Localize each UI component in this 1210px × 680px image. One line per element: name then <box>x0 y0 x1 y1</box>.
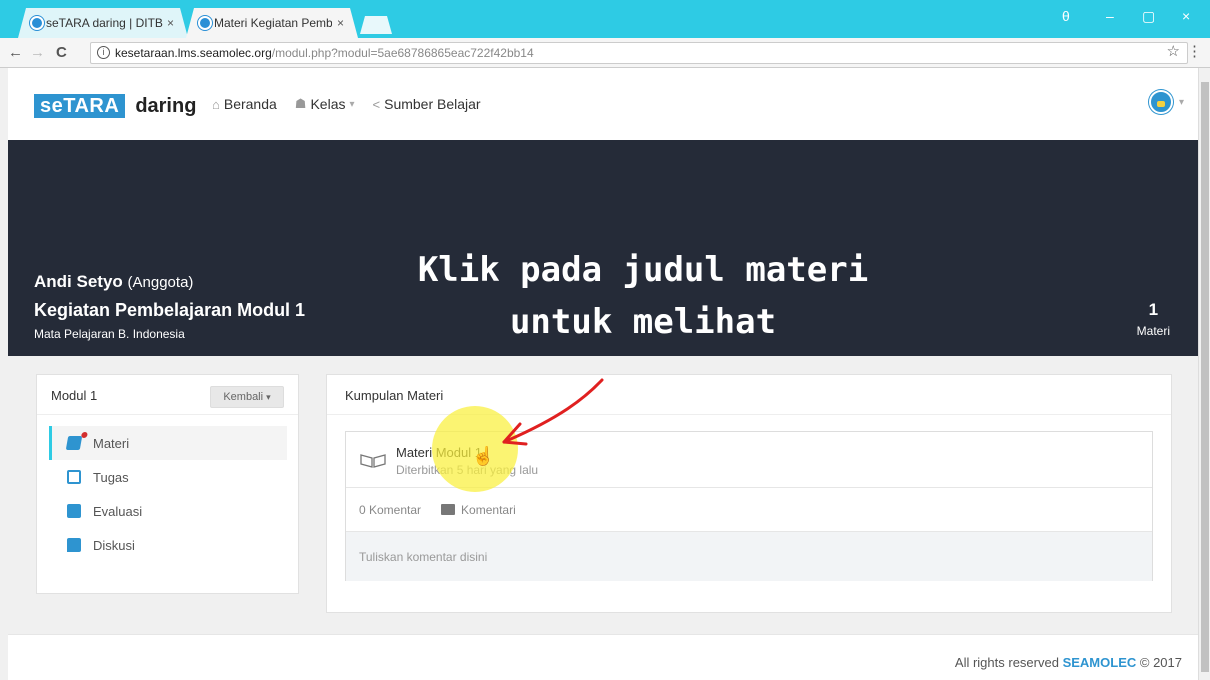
comment-bar: 0 Komentar Komentari <box>346 488 1152 532</box>
sidebar-header: Modul 1 Kembali ▾ <box>37 375 298 415</box>
sidebar-item-label: Diskusi <box>93 537 135 553</box>
sidebar-item-tugas[interactable]: Tugas <box>49 460 287 494</box>
nav-sumber-belajar[interactable]: < Sumber Belajar <box>373 96 481 112</box>
restore-icon[interactable]: ▢ <box>1142 8 1155 25</box>
user-name: Andi Setyo <box>34 272 123 291</box>
copyright-year: © 2017 <box>1139 655 1182 670</box>
info-icon[interactable]: i <box>97 46 110 59</box>
chat-icon <box>67 538 81 552</box>
page-scrollbar[interactable] <box>1198 68 1210 680</box>
open-book-icon <box>360 454 386 468</box>
sidebar-item-evaluasi[interactable]: Evaluasi <box>49 494 287 528</box>
nav-label: Beranda <box>223 96 277 112</box>
sidebar-item-label: Tugas <box>93 469 129 485</box>
scrollbar-thumb[interactable] <box>1201 82 1209 672</box>
browser-tab-setara[interactable]: seTARA daring | DITBIND × <box>18 8 188 38</box>
chevron-down-icon: ▾ <box>349 98 355 110</box>
instruction-overlay: Klik pada judul materi untuk melihat <box>350 244 936 348</box>
material-published: Diterbitkan 5 hari yang lalu <box>396 463 539 477</box>
url-path: /modul.php?modul=5ae68786865eac722f42bb1… <box>271 46 534 60</box>
forward-arrow-icon[interactable]: → <box>30 44 45 61</box>
close-window-icon[interactable]: × <box>1182 8 1190 24</box>
chevron-down-icon: ▾ <box>1178 96 1184 108</box>
subject-label: Mata Pelajaran B. Indonesia <box>34 327 185 341</box>
materi-count: 1 Materi <box>1137 300 1170 338</box>
profile-icon[interactable]: θ <box>1062 8 1070 24</box>
tab-close-icon[interactable]: × <box>167 8 174 38</box>
materials-header: Kumpulan Materi <box>327 375 1171 415</box>
sidebar-item-materi[interactable]: Materi <box>49 426 287 460</box>
browser-tab-materi[interactable]: Materi Kegiatan Pembela × <box>186 8 358 38</box>
nav-kelas[interactable]: ☗ Kelas ▾ <box>295 96 355 112</box>
clipboard-icon <box>67 504 81 518</box>
user-role: (Anggota) <box>127 274 194 291</box>
comment-placeholder: Tuliskan komentar disini <box>359 550 488 564</box>
sidebar-menu: Materi Tugas Evaluasi Diskusi <box>49 426 287 562</box>
copyright-label: All rights reserved <box>954 655 1059 670</box>
nav-label: Sumber Belajar <box>384 96 481 112</box>
sidebar-item-label: Evaluasi <box>93 503 143 519</box>
share-icon: < <box>372 96 381 112</box>
logo-box: seTARA <box>34 94 126 118</box>
chevron-down-icon: ▾ <box>266 392 271 402</box>
brand-link[interactable]: SEAMOLEC <box>1063 655 1137 670</box>
back-dropdown-button[interactable]: Kembali ▾ <box>210 386 284 408</box>
nav-label: Kelas <box>310 96 346 112</box>
minimize-icon[interactable]: – <box>1106 8 1114 24</box>
book-icon <box>65 436 83 450</box>
document-icon <box>67 470 81 484</box>
comment-button[interactable]: Komentari <box>441 503 516 517</box>
material-title-link[interactable]: Materi Modul 1 <box>396 445 482 460</box>
materials-title: Kumpulan Materi <box>345 388 444 403</box>
comment-icon <box>441 504 456 515</box>
address-bar: ← → C i kesetaraan.lms.seamolec.org/modu… <box>0 38 1210 68</box>
main-nav: ⌂ Beranda ☗ Kelas ▾ < Sumber Belajar <box>212 96 481 112</box>
nav-beranda[interactable]: ⌂ Beranda <box>212 96 277 112</box>
site-favicon-icon <box>198 16 212 30</box>
browser-menu-icon[interactable]: ⋮ <box>1187 42 1202 60</box>
site-footer: All rights reserved SEAMOLEC © 2017 <box>8 634 1198 680</box>
copyright-text: All rights reserved SEAMOLEC © 2017 <box>955 655 1182 670</box>
overlay-line-1: Klik pada judul materi <box>417 250 869 290</box>
tab-title: Materi Kegiatan Pembela <box>214 16 332 30</box>
comment-count: 0 Komentar <box>359 502 422 517</box>
sidebar-title: Modul 1 <box>51 388 98 403</box>
site-favicon-icon <box>30 16 44 30</box>
reload-icon[interactable]: C <box>56 44 67 61</box>
site-logo[interactable]: seTARA daring <box>34 94 196 118</box>
logo-word: daring <box>135 94 197 117</box>
home-icon: ⌂ <box>212 96 220 112</box>
material-info: Materi Modul 1 Diterbitkan 5 hari yang l… <box>346 432 1152 488</box>
overlay-line-2: untuk melihat <box>509 302 777 342</box>
materials-panel: Kumpulan Materi Materi Modul 1 Diterbitk… <box>326 374 1172 613</box>
browser-tab-bar: seTARA daring | DITBIND × Materi Kegiata… <box>0 0 1210 38</box>
hand-cursor-icon: ☝ <box>472 446 495 466</box>
sidebar-item-diskusi[interactable]: Diskusi <box>49 528 287 562</box>
count-value: 1 <box>1148 300 1159 319</box>
avatar <box>1148 90 1173 114</box>
user-menu[interactable]: ▾ <box>1148 90 1184 114</box>
material-card: Materi Modul 1 Diterbitkan 5 hari yang l… <box>345 431 1153 581</box>
tab-title: seTARA daring | DITBIND <box>46 16 164 30</box>
sidebar-item-label: Materi <box>93 435 130 451</box>
back-label: Kembali <box>223 391 264 403</box>
comment-input[interactable]: Tuliskan komentar disini <box>346 532 1152 581</box>
tab-close-icon[interactable]: × <box>337 8 344 38</box>
users-icon: ☗ <box>294 96 307 111</box>
new-tab-button[interactable] <box>360 16 392 34</box>
url-input[interactable]: i kesetaraan.lms.seamolec.org/modul.php?… <box>90 42 1188 64</box>
module-sidebar: Modul 1 Kembali ▾ Materi Tugas Evaluasi … <box>36 374 299 594</box>
count-label: Materi <box>1136 324 1170 338</box>
course-title: Kegiatan Pembelajaran Modul 1 <box>34 300 306 320</box>
comment-button-label: Komentari <box>461 502 516 517</box>
module-hero: Andi Setyo (Anggota) Kegiatan Pembelajar… <box>8 140 1198 356</box>
site-header: seTARA daring ⌂ Beranda ☗ Kelas ▾ < Sumb… <box>8 68 1198 140</box>
bookmark-star-icon[interactable]: ☆ <box>1167 42 1180 60</box>
user-name-line: Andi Setyo (Anggota) <box>34 272 193 292</box>
url-host: kesetaraan.lms.seamolec.org <box>115 46 272 60</box>
back-arrow-icon[interactable]: ← <box>8 44 23 61</box>
